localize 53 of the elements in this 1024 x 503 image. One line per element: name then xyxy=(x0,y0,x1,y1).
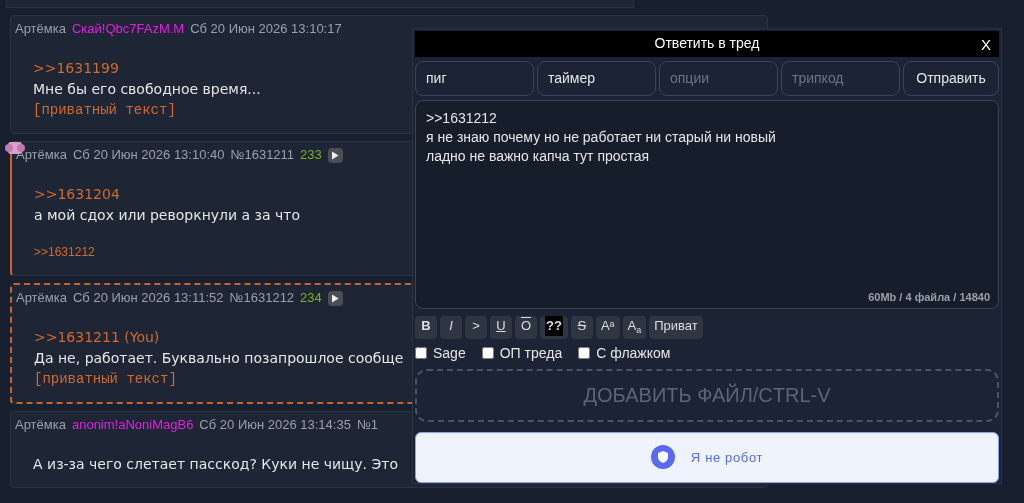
tripcode: Скай!Qbc7FAzM.M xyxy=(71,20,185,39)
close-button[interactable]: X xyxy=(981,34,991,57)
post-text: а мой сдох или реворкнули а за что xyxy=(34,206,301,225)
submit-button[interactable]: Отправить xyxy=(903,60,999,96)
format-button[interactable]: B xyxy=(415,315,437,339)
checkbox-label: С флажком xyxy=(596,343,671,363)
post-count: 234 xyxy=(300,289,322,308)
limits-text: 60Mb / 4 файла / 14840 xyxy=(868,290,990,306)
checkbox[interactable] xyxy=(481,347,494,360)
format-button[interactable]: > xyxy=(465,315,487,339)
post-text: Да не, работает. Буквально позапрошлое сообще xyxy=(34,349,404,368)
poster-name: Артёмка xyxy=(15,416,66,435)
post-number[interactable]: №1631211 xyxy=(230,145,295,165)
reply-link[interactable]: >>1631199 xyxy=(33,58,119,79)
input-field[interactable]: пиг xyxy=(415,60,534,96)
post-date: Сб 20 Июн 2026 13:10:40 xyxy=(72,146,225,165)
post-text: А из-за чего слетает пасскод? Куки не чищу. Это xyxy=(33,455,398,474)
format-button[interactable]: I xyxy=(440,315,462,339)
format-button[interactable]: S xyxy=(570,315,593,339)
input-field[interactable]: таймер xyxy=(537,60,656,96)
checkbox-label: Sage xyxy=(433,343,466,363)
input-field[interactable]: опции xyxy=(659,60,778,96)
shield-icon xyxy=(650,445,675,470)
tripcode: anonim!aNoniMagB6 xyxy=(71,416,194,435)
reply-link[interactable]: >>1631204 xyxy=(34,184,120,205)
message-text: >>1631212 я не знаю почему но не работает ни старый ни новый ладно не важно капча тут простая xyxy=(426,109,777,166)
private-text: [приватный текст] xyxy=(33,101,176,120)
format-button[interactable]: Приват xyxy=(649,315,703,339)
post-number[interactable]: №1 xyxy=(356,415,379,435)
captcha-button[interactable]: Я не робот xyxy=(415,431,999,483)
post-date: Сб 20 Июн 2026 13:10:17 xyxy=(190,20,342,39)
private-text: [приватный текст] xyxy=(34,370,177,389)
dialog-title: Ответить в тред xyxy=(654,34,760,54)
post-text: Мне бы его свободное время... xyxy=(33,80,261,99)
post-date: Сб 20 Июн 2026 13:11:52 xyxy=(72,289,224,308)
play-icon[interactable] xyxy=(327,290,343,306)
format-button[interactable]: U xyxy=(490,315,512,339)
message-field[interactable]: >>1631212 я не знаю почему но не работает ни старый ни новый ладно не важно капча тут простая 60Mb / 4 файла / 14840 xyxy=(415,100,999,309)
format-button[interactable]: ?? xyxy=(540,315,568,339)
play-icon[interactable] xyxy=(327,147,343,163)
poster-name: Артёмка xyxy=(15,20,66,39)
post-number[interactable]: №1631212 xyxy=(229,288,295,308)
backlink[interactable]: >>1631212 xyxy=(34,242,95,263)
poster-name: Артёмка xyxy=(16,146,67,165)
post-date: Сб 20 Июн 2026 13:14:35 xyxy=(199,416,351,435)
checkbox[interactable] xyxy=(578,347,591,360)
checkbox-label: ОП треда xyxy=(499,343,563,363)
checkbox[interactable] xyxy=(415,347,427,360)
format-button[interactable]: O xyxy=(515,315,537,339)
input-field[interactable]: трипкод xyxy=(781,60,900,96)
poster-name: Артёмка xyxy=(16,289,67,308)
post-count: 233 xyxy=(300,146,322,165)
reply-link[interactable]: >>1631211 (You) xyxy=(34,327,160,348)
